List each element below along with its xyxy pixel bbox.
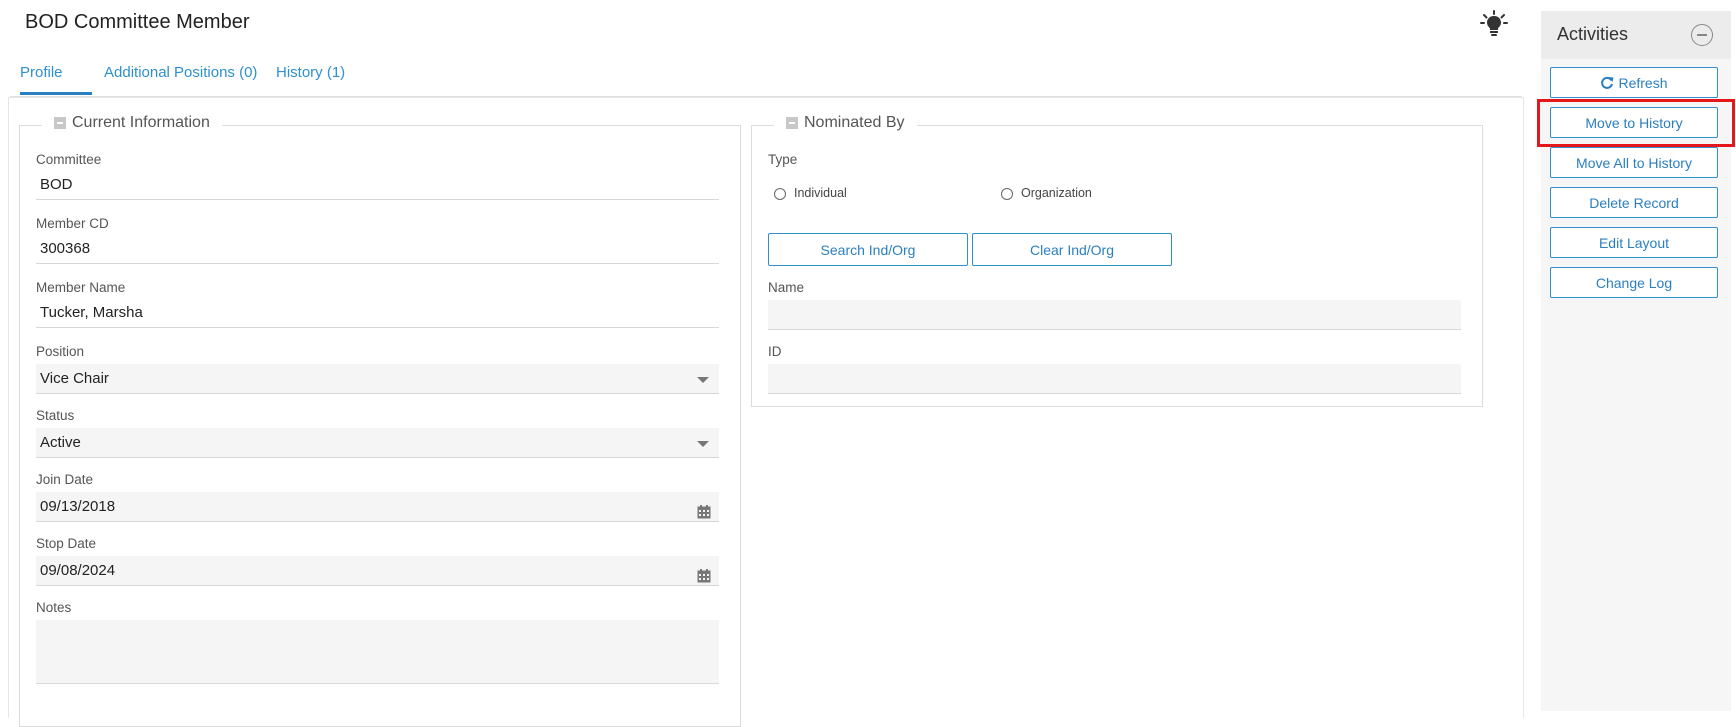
section-title: Current Information xyxy=(72,114,210,131)
type-label: Type xyxy=(768,152,798,167)
profile-panel: Current Information Committee BOD Member… xyxy=(8,97,1524,727)
chevron-down-icon[interactable] xyxy=(697,441,709,447)
notes-label: Notes xyxy=(36,600,72,615)
edit-layout-button[interactable]: Edit Layout xyxy=(1550,227,1718,258)
join-date-value: 09/13/2018 xyxy=(40,498,116,515)
refresh-icon xyxy=(1601,76,1614,89)
refresh-label: Refresh xyxy=(1618,75,1668,91)
delete-record-button[interactable]: Delete Record xyxy=(1550,187,1718,218)
status-value: Active xyxy=(40,434,81,451)
tab-bar: Profile Additional Positions (0) History… xyxy=(10,58,1522,97)
move-to-history-highlight xyxy=(1537,99,1735,147)
stop-date-value: 09/08/2024 xyxy=(40,562,116,579)
clear-ind-org-button[interactable]: Clear Ind/Org xyxy=(972,233,1172,266)
status-select[interactable]: Active xyxy=(36,428,719,458)
member-cd-value: 300368 xyxy=(36,236,719,264)
current-information-section: Current Information Committee BOD Member… xyxy=(19,114,741,727)
tab-history[interactable]: History (1) xyxy=(276,58,345,95)
tab-additional-positions[interactable]: Additional Positions (0) xyxy=(104,58,257,95)
collapse-icon[interactable] xyxy=(1691,24,1713,46)
activities-title: Activities xyxy=(1557,24,1629,44)
page-title: BOD Committee Member xyxy=(25,11,250,33)
current-information-legend[interactable]: Current Information xyxy=(42,114,222,132)
stop-date-input[interactable]: 09/08/2024 xyxy=(36,556,719,586)
calendar-icon[interactable] xyxy=(697,564,711,594)
position-value: Vice Chair xyxy=(40,370,109,387)
member-name-label: Member Name xyxy=(36,280,126,295)
name-label: Name xyxy=(768,280,805,295)
nominated-by-section: Nominated By Type Individual Organizatio… xyxy=(751,114,1483,407)
join-date-label: Join Date xyxy=(36,472,94,487)
position-label: Position xyxy=(36,344,85,359)
notes-textarea[interactable] xyxy=(36,620,719,684)
member-cd-label: Member CD xyxy=(36,216,109,231)
radio-organization-label[interactable]: Organization xyxy=(1021,186,1092,200)
refresh-button[interactable]: Refresh xyxy=(1550,67,1718,98)
member-name-value: Tucker, Marsha xyxy=(36,300,719,328)
status-label: Status xyxy=(36,408,75,423)
radio-individual-label[interactable]: Individual xyxy=(794,186,847,200)
nominator-id-input[interactable] xyxy=(768,364,1461,394)
committee-value: BOD xyxy=(36,172,719,200)
chevron-down-icon[interactable] xyxy=(697,377,709,383)
activities-header: Activities xyxy=(1541,11,1731,59)
collapse-section-icon[interactable] xyxy=(786,117,798,129)
committee-label: Committee xyxy=(36,152,102,167)
lightbulb-icon[interactable] xyxy=(1480,10,1508,38)
stop-date-label: Stop Date xyxy=(36,536,97,551)
tab-profile[interactable]: Profile xyxy=(20,58,92,95)
section-title: Nominated By xyxy=(804,114,905,131)
nominated-by-legend[interactable]: Nominated By xyxy=(774,114,917,132)
search-ind-org-button[interactable]: Search Ind/Org xyxy=(768,233,968,266)
collapse-section-icon[interactable] xyxy=(54,117,66,129)
radio-organization[interactable] xyxy=(1001,188,1013,200)
change-log-button[interactable]: Change Log xyxy=(1550,267,1718,298)
id-label: ID xyxy=(768,344,782,359)
radio-individual[interactable] xyxy=(774,188,786,200)
position-select[interactable]: Vice Chair xyxy=(36,364,719,394)
join-date-input[interactable]: 09/13/2018 xyxy=(36,492,719,522)
move-all-to-history-button[interactable]: Move All to History xyxy=(1550,147,1718,178)
nominator-name-input[interactable] xyxy=(768,300,1461,330)
calendar-icon[interactable] xyxy=(697,500,711,530)
